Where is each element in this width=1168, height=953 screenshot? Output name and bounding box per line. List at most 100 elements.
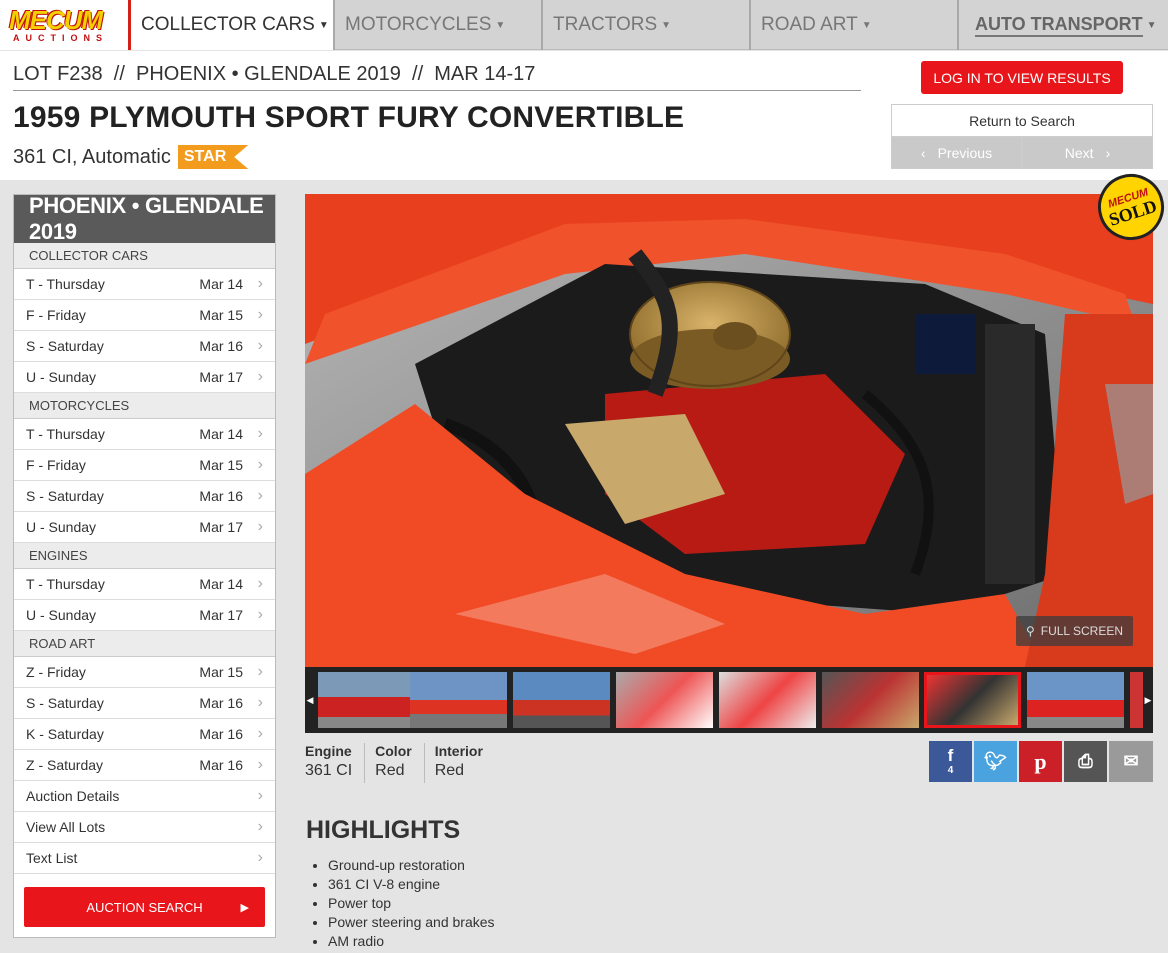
- spec-interior: Interior Red: [435, 743, 495, 783]
- sidebar-day-link[interactable]: T - Thursday Mar 14 ›: [14, 569, 275, 600]
- next-lot-button[interactable]: Next ›: [1022, 137, 1153, 169]
- sidebar-day-link[interactable]: S - Saturday Mar 16 ›: [14, 481, 275, 512]
- chevron-left-icon: ‹: [920, 145, 926, 161]
- nav-tab-motorcycles[interactable]: MOTORCYCLES ▼: [335, 0, 543, 50]
- thumbnail[interactable]: [318, 672, 415, 728]
- spec-value: Red: [434, 762, 465, 779]
- sidebar-section-motorcycles: MOTORCYCLES: [14, 393, 275, 419]
- thumbnail[interactable]: [410, 672, 507, 728]
- email-icon: ✉: [1123, 751, 1139, 771]
- sidebar-day-link[interactable]: F - Friday Mar 15 ›: [14, 300, 275, 331]
- previous-lot-button[interactable]: ‹ Previous: [891, 137, 1022, 169]
- sidebar-day-link[interactable]: F - Friday Mar 15 ›: [14, 450, 275, 481]
- logo-text-top: MECUM: [9, 5, 103, 35]
- link-label: View All Lots: [26, 819, 106, 835]
- date-label: Mar 16: [199, 338, 243, 354]
- thumbnail[interactable]: [1027, 672, 1124, 728]
- view-all-lots-link[interactable]: View All Lots ›: [14, 812, 275, 843]
- chevron-right-icon: ›: [257, 694, 263, 711]
- spec-color: Color Red: [375, 743, 425, 783]
- day-label: F - Friday: [26, 307, 86, 323]
- thumbnail-active[interactable]: [924, 672, 1021, 728]
- nav-tab-road-art[interactable]: ROAD ART ▼: [751, 0, 959, 50]
- date-label: Mar 15: [199, 307, 243, 323]
- sidebar-day-link[interactable]: T - Thursday Mar 14 ›: [14, 419, 275, 450]
- sidebar-day-link[interactable]: S - Saturday Mar 16 ›: [14, 688, 275, 719]
- previous-label: Previous: [937, 145, 993, 161]
- return-to-search-button[interactable]: Return to Search: [891, 104, 1153, 137]
- caret-down-icon: ▼: [661, 19, 672, 31]
- spec-value: Red: [375, 762, 405, 779]
- sidebar-day-link[interactable]: T - Thursday Mar 14 ›: [14, 269, 275, 300]
- nav-tab-auto-transport[interactable]: AUTO TRANSPORT ▼: [959, 0, 1168, 50]
- sidebar-title: PHOENIX • GLENDALE 2019: [14, 193, 275, 244]
- thumb-scroll-right-icon[interactable]: ▶: [1143, 667, 1153, 733]
- list-item: Power steering and brakes: [328, 914, 495, 933]
- thumbnail[interactable]: [513, 672, 610, 728]
- list-item: 361 CI V-8 engine: [328, 876, 495, 895]
- chevron-right-icon: ›: [257, 368, 263, 385]
- spec-value: 361 CI: [305, 762, 353, 779]
- chevron-right-icon: ›: [257, 725, 263, 742]
- highlights-list: Ground-up restoration 361 CI V-8 engine …: [328, 857, 495, 952]
- thumbnail[interactable]: [719, 672, 816, 728]
- date-label: Mar 15: [199, 457, 243, 473]
- sidebar-day-link[interactable]: U - Sunday Mar 17 ›: [14, 512, 275, 543]
- chevron-right-icon: ›: [257, 306, 263, 323]
- sidebar-day-link[interactable]: S - Saturday Mar 16 ›: [14, 331, 275, 362]
- email-share-button[interactable]: ✉: [1109, 741, 1153, 782]
- spec-engine: Engine 361 CI: [305, 743, 366, 783]
- auction-search-button[interactable]: AUCTION SEARCH ▶: [24, 887, 265, 927]
- vehicle-specs: Engine 361 CI Color Red Interior Red: [305, 743, 505, 783]
- full-screen-button[interactable]: ⚲ FULL SCREEN: [1016, 616, 1133, 646]
- top-nav: MECUM AUCTIONS COLLECTOR CARS ▼ MOTORCYCL…: [0, 0, 1168, 50]
- text-list-link[interactable]: Text List ›: [14, 843, 275, 874]
- chevron-right-icon: ›: [257, 606, 263, 623]
- thumbnail-strip: ◀ ▶: [305, 667, 1153, 733]
- thumbnail[interactable]: [822, 672, 919, 728]
- nav-tab-label: MOTORCYCLES: [345, 14, 492, 35]
- full-screen-label: FULL SCREEN: [1040, 624, 1124, 638]
- caret-down-icon: ▼: [861, 19, 872, 31]
- day-label: U - Sunday: [26, 519, 97, 535]
- engine-transmission-text: 361 CI, Automatic: [13, 145, 171, 168]
- nav-tab-label: TRACTORS: [553, 14, 658, 35]
- sidebar-day-link[interactable]: K - Saturday Mar 16 ›: [14, 719, 275, 750]
- list-item: AM radio: [328, 933, 495, 952]
- spec-label: Engine: [305, 743, 352, 759]
- date-label: Mar 14: [199, 576, 243, 592]
- thumb-scroll-left-icon[interactable]: ◀: [305, 667, 315, 733]
- sidebar-day-link[interactable]: Z - Saturday Mar 16 ›: [14, 750, 275, 781]
- date-label: Mar 17: [199, 519, 243, 535]
- caret-right-icon: ▶: [240, 901, 249, 914]
- link-label: Text List: [26, 850, 78, 866]
- thumbnail[interactable]: [1130, 672, 1143, 728]
- sidebar-day-link[interactable]: U - Sunday Mar 17 ›: [14, 600, 275, 631]
- chevron-right-icon: ›: [257, 518, 263, 535]
- chevron-right-icon: ›: [257, 575, 263, 592]
- sidebar-day-link[interactable]: U - Sunday Mar 17 ›: [14, 362, 275, 393]
- thumbnail[interactable]: [616, 672, 713, 728]
- list-item: Ground-up restoration: [328, 857, 495, 876]
- twitter-share-button[interactable]: 🐦︎: [974, 741, 1017, 782]
- print-button[interactable]: ⎙: [1064, 741, 1107, 782]
- pinterest-icon: p: [1034, 748, 1047, 774]
- day-label: Z - Saturday: [26, 757, 104, 773]
- nav-tab-collector-cars[interactable]: COLLECTOR CARS ▼: [131, 0, 335, 50]
- day-label: T - Thursday: [26, 576, 105, 592]
- day-label: K - Saturday: [26, 726, 104, 742]
- spec-label: Interior: [434, 743, 483, 759]
- nav-tab-tractors[interactable]: TRACTORS ▼: [543, 0, 751, 50]
- chevron-right-icon: ›: [257, 787, 263, 804]
- login-to-view-results-button[interactable]: LOG IN TO VIEW RESULTS: [921, 61, 1123, 94]
- pinterest-share-button[interactable]: p: [1019, 741, 1062, 782]
- main-vehicle-photo[interactable]: [305, 194, 1153, 667]
- auction-details-link[interactable]: Auction Details ›: [14, 781, 275, 812]
- mecum-logo[interactable]: MECUM AUCTIONS: [0, 0, 131, 50]
- link-label: Auction Details: [26, 788, 120, 804]
- facebook-share-button[interactable]: f 4: [929, 741, 972, 782]
- chevron-right-icon: ›: [1105, 145, 1111, 161]
- day-label: S - Saturday: [26, 488, 104, 504]
- sidebar-day-link[interactable]: Z - Friday Mar 15 ›: [14, 657, 275, 688]
- star-badge: STAR: [177, 145, 249, 169]
